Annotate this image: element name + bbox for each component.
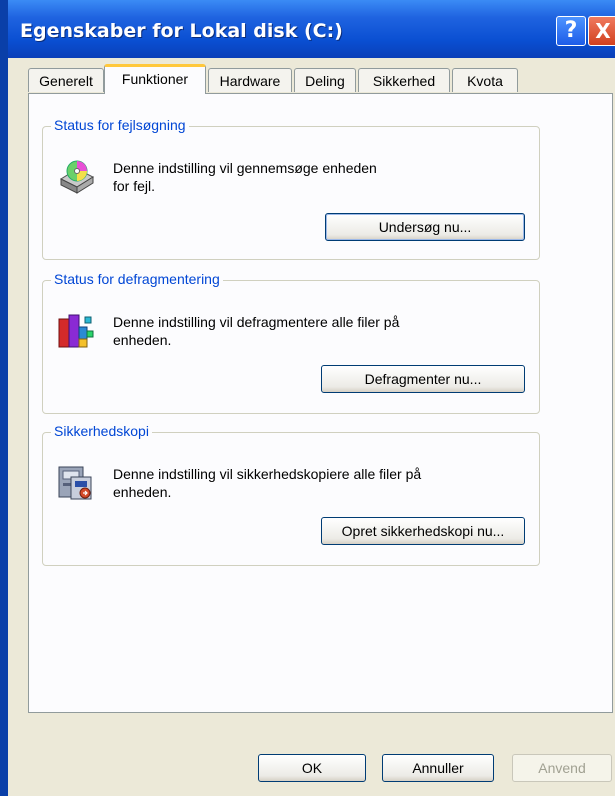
backup-desc-line2: enheden. [113, 484, 172, 500]
backup-group-title: Sikkerhedskopi [51, 423, 152, 439]
apply-button[interactable]: Anvend [512, 754, 612, 782]
backup-icon [57, 463, 95, 503]
defrag-group: Status for defragmentering Denne indstil… [42, 271, 540, 414]
check-now-button[interactable]: Undersøg nu... [325, 213, 525, 241]
backup-desc-line1: Denne indstilling vil sikkerhedskopiere … [113, 466, 422, 482]
errorcheck-group-title: Status for fejlsøgning [51, 117, 189, 133]
defragment-now-button[interactable]: Defragmenter nu... [321, 365, 525, 393]
defrag-desc-line1: Denne indstilling vil defragmentere alle… [113, 314, 400, 330]
title-bar[interactable]: Egenskaber for Lokal disk (C:) ? X [8, 0, 615, 58]
errorcheck-desc-line2: for fejl. [113, 178, 156, 194]
tab-sikkerhed[interactable]: Sikkerhed [358, 68, 450, 92]
window-title: Egenskaber for Lokal disk (C:) [20, 20, 343, 42]
help-button[interactable]: ? [556, 16, 586, 46]
cancel-button[interactable]: Annuller [382, 754, 494, 782]
tab-funktioner[interactable]: Funktioner [104, 64, 206, 94]
defrag-icon [57, 311, 95, 351]
close-button[interactable]: X [588, 16, 615, 46]
defrag-desc-line2: enheden. [113, 332, 172, 348]
backup-now-button[interactable]: Opret sikkerhedskopi nu... [321, 517, 525, 545]
tab-deling[interactable]: Deling [294, 68, 356, 92]
errorcheck-desc-line1: Denne indstilling vil gennemsøge enheden [113, 160, 377, 176]
dialog-client-area: Generelt Funktioner Hardware Deling Sikk… [12, 58, 615, 796]
tab-hardware[interactable]: Hardware [208, 68, 292, 92]
backup-group: Sikkerhedskopi Denne indstilling vil sik… [42, 423, 540, 566]
tab-generelt[interactable]: Generelt [28, 68, 104, 92]
errorcheck-group: Status for fejlsøgning Denne indstilling… [42, 117, 540, 260]
disk-check-icon [57, 157, 95, 197]
defrag-group-title: Status for defragmentering [51, 271, 223, 287]
properties-window: Egenskaber for Lokal disk (C:) ? X Gener… [8, 0, 615, 796]
ok-button[interactable]: OK [258, 754, 366, 782]
tab-kvota[interactable]: Kvota [452, 68, 518, 92]
